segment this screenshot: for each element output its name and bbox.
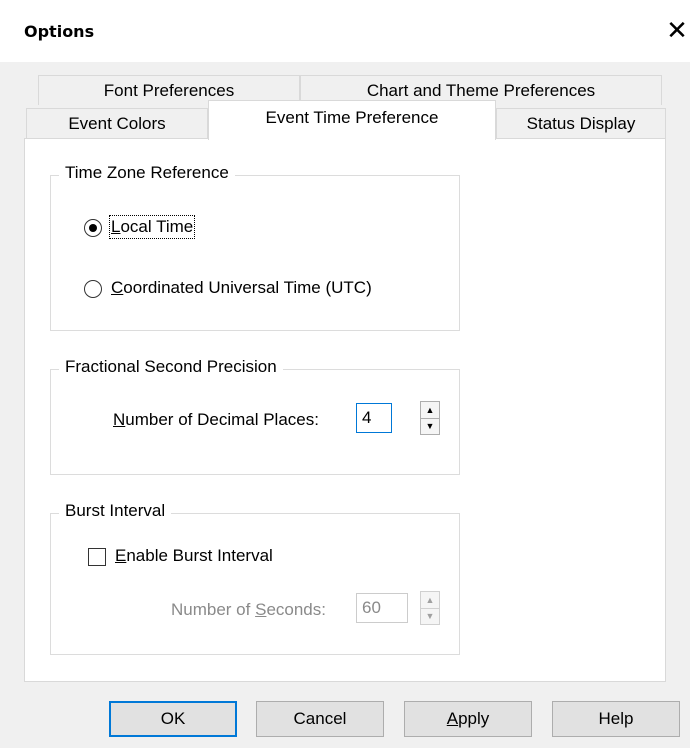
seconds-label-after: econds: — [266, 600, 326, 619]
utc-label[interactable]: Coordinated Universal Time (UTC) — [111, 278, 372, 298]
seconds-label: Number of Seconds: — [171, 600, 326, 620]
spin-up-icon[interactable]: ▲ — [421, 402, 439, 419]
seconds-accesskey: S — [255, 600, 267, 619]
tab-label: Status Display — [526, 114, 636, 133]
local-time-label[interactable]: Local Time — [108, 215, 196, 239]
burst-interval-group — [50, 513, 460, 655]
utc-label-rest: oordinated Universal Time (UTC) — [123, 278, 372, 297]
title-bar: Options ✕ — [0, 0, 690, 62]
utc-accesskey: C — [111, 278, 124, 297]
spin-down-icon[interactable]: ▼ — [421, 418, 439, 434]
tab-event-time-preference[interactable]: Event Time Preference — [208, 100, 496, 140]
decimal-places-input[interactable]: 4 — [356, 403, 392, 433]
enable-burst-label-rest: nable Burst Interval — [126, 546, 273, 565]
tab-label: Font Preferences — [103, 81, 235, 100]
burst-interval-group-title: Burst Interval — [59, 501, 172, 521]
spin-up-icon[interactable]: ▲ — [421, 592, 439, 609]
tab-event-colors[interactable]: Event Colors — [26, 108, 208, 138]
seconds-label-before: Number of — [171, 600, 256, 619]
close-icon[interactable]: ✕ — [664, 16, 690, 46]
decimal-places-label: Number of Decimal Places: — [113, 410, 319, 430]
tab-label: Event Colors — [68, 114, 166, 133]
precision-group-title: Fractional Second Precision — [59, 357, 283, 377]
ok-button[interactable]: OK — [109, 701, 237, 737]
time-zone-group — [50, 175, 460, 331]
spin-down-icon[interactable]: ▼ — [421, 608, 439, 624]
help-button[interactable]: Help — [552, 701, 680, 737]
seconds-input[interactable]: 60 — [356, 593, 408, 623]
apply-accesskey: A — [446, 709, 459, 728]
local-time-radio[interactable] — [84, 219, 102, 237]
apply-label-rest: pply — [458, 709, 490, 728]
local-time-label-rest: ocal Time — [120, 217, 194, 236]
enable-burst-checkbox[interactable] — [88, 548, 106, 566]
window-title: Options — [24, 22, 95, 41]
utc-radio[interactable] — [84, 280, 102, 298]
tab-label: Event Time Preference — [265, 108, 439, 127]
enable-burst-label[interactable]: Enable Burst Interval — [115, 546, 273, 566]
decimal-places-spinner[interactable]: ▲ ▼ — [420, 401, 440, 435]
seconds-spinner[interactable]: ▲ ▼ — [420, 591, 440, 625]
tab-panel: Time Zone Reference Local Time Coordinat… — [24, 138, 666, 682]
tab-label: Chart and Theme Preferences — [366, 81, 596, 100]
time-zone-group-title: Time Zone Reference — [59, 163, 235, 183]
cancel-button[interactable]: Cancel — [256, 701, 384, 737]
tab-status-display[interactable]: Status Display — [496, 108, 666, 138]
decimal-places-accesskey: N — [113, 410, 126, 429]
radio-selected-dot — [89, 224, 97, 232]
enable-burst-accesskey: E — [115, 546, 127, 565]
apply-button[interactable]: Apply — [404, 701, 532, 737]
decimal-places-label-rest: umber of Decimal Places: — [125, 410, 319, 429]
